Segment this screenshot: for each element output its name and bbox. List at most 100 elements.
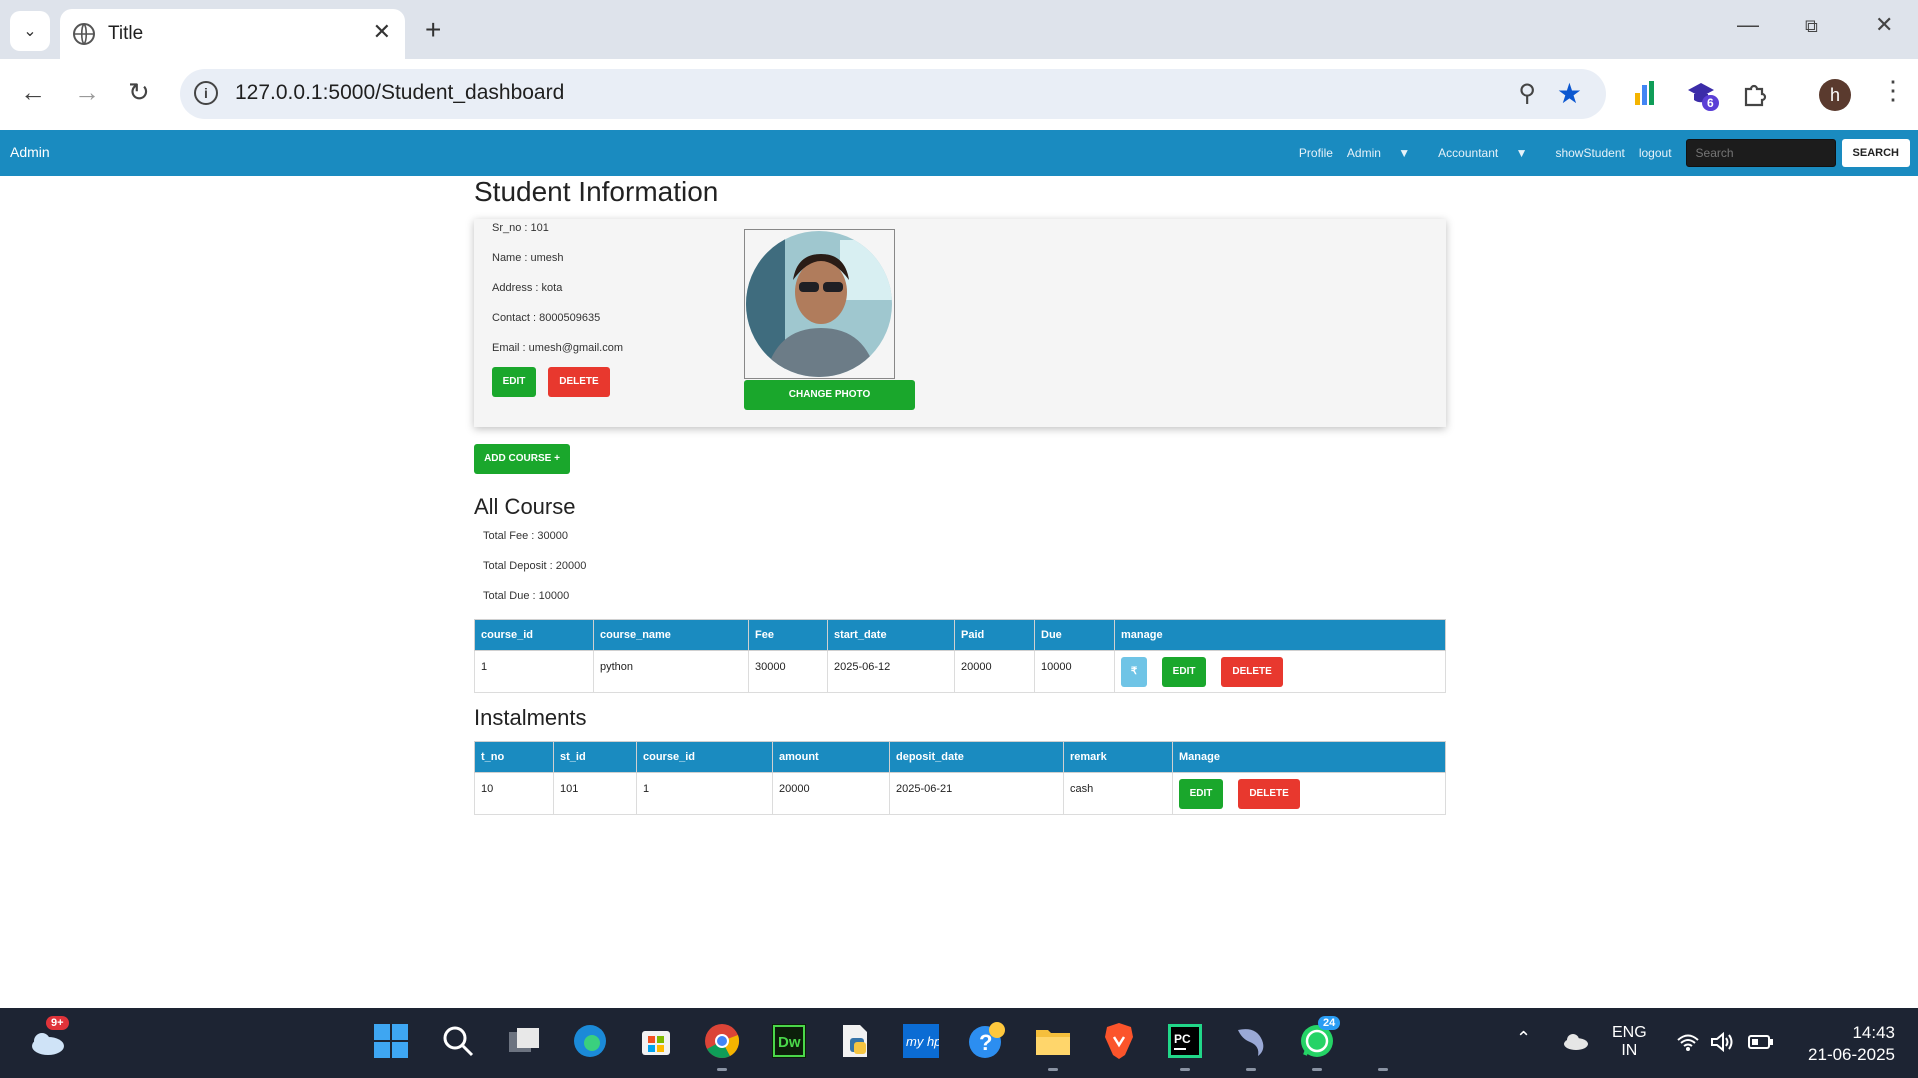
nav-dropdown-admin[interactable]: Admin ▼	[1347, 146, 1424, 161]
search-button[interactable]: SEARCH	[1841, 139, 1910, 167]
column-header: Fee	[748, 619, 828, 651]
task-view-icon[interactable]	[505, 1022, 543, 1060]
windows-taskbar: 9+ Dw my hp ? PC 24 ⌃ ENG IN 14:43 21-06…	[0, 1008, 1918, 1078]
graduation-cap-extension-icon[interactable]: 6	[1684, 77, 1719, 111]
onedrive-icon[interactable]	[1562, 1030, 1590, 1057]
tab-close-icon[interactable]: ✕	[373, 19, 391, 45]
caret-down-icon: ▼	[1515, 146, 1528, 161]
dreamweaver-icon[interactable]: Dw	[770, 1022, 808, 1060]
volume-icon[interactable]	[1710, 1031, 1734, 1057]
cell-st-id: 101	[553, 772, 637, 815]
myhp-icon[interactable]: my hp	[902, 1022, 940, 1060]
puzzle-extensions-icon[interactable]	[1738, 77, 1772, 111]
analytics-extension-icon[interactable]	[1628, 77, 1662, 111]
svg-text:my hp: my hp	[906, 1034, 939, 1049]
new-tab-button[interactable]: +	[425, 14, 441, 46]
kebab-menu-icon[interactable]: ⋮	[1880, 75, 1906, 106]
delete-course-button[interactable]: DELETE	[1221, 657, 1284, 687]
weather-badge: 9+	[46, 1016, 69, 1030]
site-info-icon[interactable]: i	[194, 81, 218, 105]
back-arrow-icon[interactable]: ←	[20, 77, 46, 108]
column-header: st_id	[553, 741, 637, 773]
address-bar[interactable]: i 127.0.0.1:5000/Student_dashboard ⚲ ★	[180, 69, 1606, 119]
language-indicator[interactable]: ENG IN	[1612, 1024, 1647, 1060]
cell-course-id: 1	[636, 772, 773, 815]
nav-dropdown-accountant[interactable]: Accountant ▼	[1438, 146, 1541, 161]
chevron-down-icon: ⌄	[23, 23, 37, 40]
nav-link-profile[interactable]: Profile	[1299, 146, 1333, 160]
extension-badge: 6	[1702, 95, 1719, 111]
delete-student-button[interactable]: DELETE	[548, 367, 610, 397]
cell-paid: 20000	[954, 650, 1035, 693]
courses-table-header: course_id course_name Fee start_date Pai…	[474, 619, 1446, 651]
profile-avatar[interactable]: h	[1819, 79, 1851, 111]
cell-t-no: 10	[474, 772, 554, 815]
cell-remark: cash	[1063, 772, 1173, 815]
student-name: Name : umesh	[492, 252, 564, 264]
tab-search-menu-button[interactable]: ⌄	[10, 11, 50, 51]
weather-icon[interactable]: 9+	[28, 1016, 69, 1060]
bookmark-star-icon[interactable]: ★	[1557, 77, 1582, 110]
forward-arrow-icon[interactable]: →	[74, 77, 100, 108]
active-indicator	[717, 1068, 727, 1071]
cell-due: 10000	[1034, 650, 1115, 693]
python-file-icon[interactable]	[836, 1022, 874, 1060]
reload-icon[interactable]: ↻	[128, 77, 150, 108]
svg-text:Dw: Dw	[778, 1034, 801, 1051]
add-course-button[interactable]: ADD COURSE +	[474, 444, 570, 474]
system-clock[interactable]: 14:43 21-06-2025	[1795, 1022, 1895, 1066]
navbar-links: Profile Admin ▼ Accountant ▼ showStudent…	[1299, 130, 1918, 176]
file-explorer-icon[interactable]	[1034, 1022, 1072, 1060]
total-fee: Total Fee : 30000	[483, 530, 569, 542]
column-header: amount	[772, 741, 890, 773]
url-text[interactable]: 127.0.0.1:5000/Student_dashboard	[235, 81, 564, 105]
window-close-icon[interactable]: ✕	[1875, 12, 1893, 38]
change-photo-button[interactable]: CHANGE PHOTO	[744, 380, 915, 410]
search-icon[interactable]	[439, 1022, 477, 1060]
battery-icon[interactable]	[1748, 1034, 1774, 1055]
edit-course-button[interactable]: EDIT	[1162, 657, 1207, 687]
get-help-icon[interactable]: ?	[968, 1022, 1006, 1060]
whatsapp-icon[interactable]: 24	[1298, 1016, 1341, 1060]
globe-icon	[73, 23, 95, 45]
chrome-icon[interactable]	[703, 1022, 741, 1060]
delete-instalment-button[interactable]: DELETE	[1238, 779, 1301, 809]
tab-title: Title	[108, 23, 144, 44]
column-header: Paid	[954, 619, 1035, 651]
column-header: manage	[1114, 619, 1446, 651]
chevron-up-icon[interactable]: ⌃	[1516, 1028, 1531, 1049]
restore-icon[interactable]: ⧉	[1805, 16, 1818, 37]
wifi-icon[interactable]	[1676, 1032, 1700, 1057]
edit-student-button[interactable]: EDIT	[492, 367, 536, 397]
nav-link-show-student[interactable]: showStudent	[1555, 146, 1624, 160]
edge-browser-icon[interactable]	[571, 1022, 609, 1060]
table-row: 1 python 30000 2025-06-12 20000 10000 ₹ …	[474, 650, 1446, 693]
language-code: ENG	[1612, 1024, 1647, 1041]
zoom-icon[interactable]: ⚲	[1518, 79, 1536, 108]
pay-rupee-button[interactable]: ₹	[1121, 657, 1147, 687]
microsoft-store-icon[interactable]	[637, 1022, 675, 1060]
student-sr-no: Sr_no : 101	[492, 222, 549, 234]
page-title: Student Information	[474, 176, 719, 207]
windows-start-icon[interactable]	[372, 1022, 410, 1060]
nav-link-logout[interactable]: logout	[1639, 146, 1672, 160]
minimize-icon[interactable]: —	[1737, 12, 1759, 38]
browser-tab[interactable]: Title ✕	[60, 9, 405, 59]
instalments-table-header: t_no st_id course_id amount deposit_date…	[474, 741, 1446, 773]
total-due: Total Due : 10000	[483, 590, 570, 602]
cell-manage: EDIT DELETE	[1172, 772, 1446, 815]
pycharm-icon[interactable]: PC	[1166, 1022, 1204, 1060]
cell-fee: 30000	[748, 650, 828, 693]
navbar-brand[interactable]: Admin	[10, 144, 50, 160]
clock-time: 14:43	[1852, 1023, 1895, 1042]
column-header: start_date	[827, 619, 955, 651]
nav-dropdown-accountant-label: Accountant	[1438, 145, 1499, 160]
mysql-dolphin-icon[interactable]	[1232, 1022, 1270, 1060]
active-indicator	[1180, 1068, 1190, 1071]
edit-instalment-button[interactable]: EDIT	[1179, 779, 1223, 809]
search-input[interactable]	[1685, 139, 1836, 167]
cell-course-name: python	[593, 650, 749, 693]
brave-browser-icon[interactable]	[1100, 1022, 1138, 1060]
active-indicator	[1312, 1068, 1322, 1071]
active-indicator	[1246, 1068, 1256, 1071]
